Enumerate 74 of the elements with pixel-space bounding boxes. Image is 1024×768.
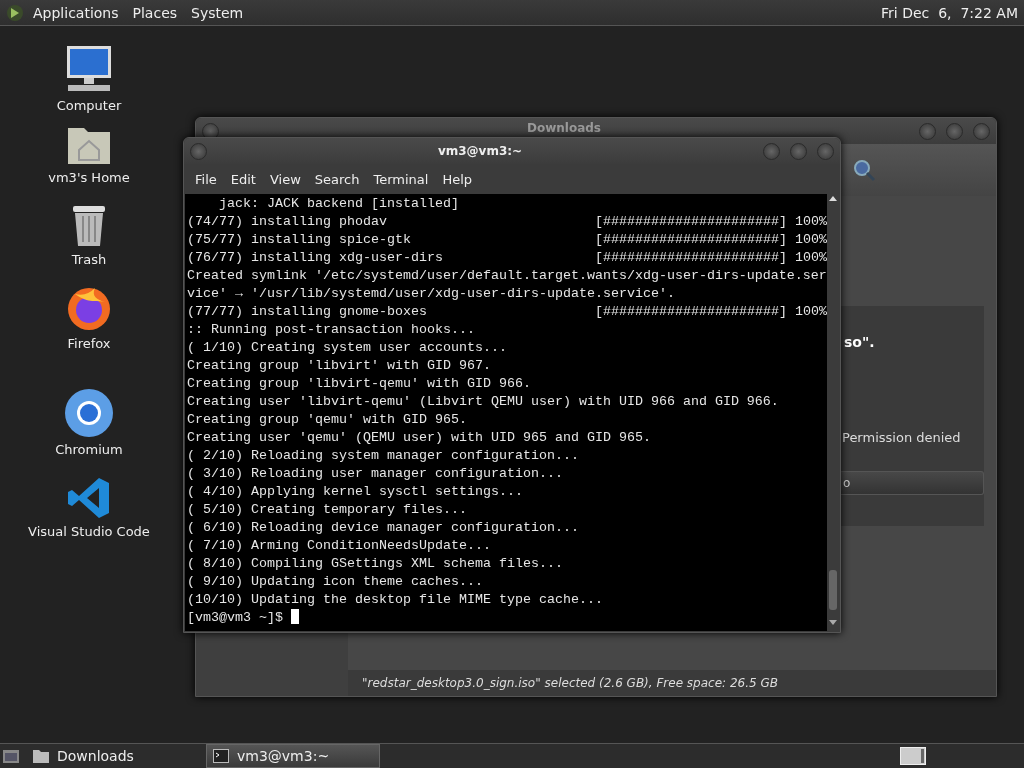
text-cursor — [291, 609, 299, 624]
terminal-line: :: Running post-transaction hooks... — [187, 321, 475, 339]
percent-text: 100% — [794, 303, 827, 321]
terminal-line: ( 9/10) Updating icon theme caches... — [187, 573, 483, 591]
terminal-line: Creating group 'qemu' with GID 965. — [187, 411, 467, 429]
percent-text: 100% — [794, 249, 827, 267]
terminal-icon — [213, 749, 229, 763]
desktop-icon-label[interactable]: Computer — [56, 98, 122, 113]
show-desktop-icon[interactable] — [2, 748, 20, 764]
close-button[interactable] — [973, 122, 990, 140]
scrollbar[interactable] — [827, 194, 839, 627]
terminal-line: (10/10) Updating the desktop file MIME type cache... — [187, 591, 603, 609]
menu-item[interactable]: Edit — [225, 169, 261, 189]
taskbar-button[interactable]: Downloads — [26, 744, 200, 768]
desktop-icon-label[interactable]: Trash — [71, 252, 107, 267]
terminal-line: Creating group 'libvirt' with GID 967. — [187, 357, 491, 375]
terminal-line: ( 2/10) Reloading system manager configuration... — [187, 447, 579, 465]
terminal-line: Creating user 'libvirt-qemu' (Libvirt QEMU user) with UID 966 and GID 966. — [187, 393, 779, 411]
folder-icon — [33, 749, 49, 763]
terminal-line: ( 7/10) Arming ConditionNeedsUpdate... — [187, 537, 491, 555]
terminal-line: ( 4/10) Applying kernel sysctl settings... — [187, 483, 523, 501]
chromium-icon — [64, 388, 114, 438]
terminal-line: (76/77) installing xdg-user-dirs — [187, 249, 443, 267]
computer-icon — [64, 44, 114, 94]
terminal-line: vice' → '/usr/lib/systemd/user/xdg-user-dirs-update.service'. — [187, 285, 675, 303]
terminal-line: ( 3/10) Reloading user manager configuration... — [187, 465, 563, 483]
progress-bar-text: [######################] — [595, 213, 787, 231]
clock[interactable]: Fri Dec 6, 7:22 AM — [881, 4, 1018, 21]
distro-logo-icon[interactable] — [6, 3, 24, 22]
close-button[interactable] — [817, 142, 834, 160]
taskbar-button[interactable]: vm3@vm3:~ — [206, 744, 380, 768]
panel-menu[interactable]: Applications — [28, 2, 124, 23]
menu-item[interactable]: Help — [437, 169, 478, 189]
window-title: Downloads — [526, 121, 602, 135]
window-title: vm3@vm3:~ — [436, 144, 524, 158]
maximize-button[interactable] — [946, 122, 963, 140]
terminal-line: (77/77) installing gnome-boxes — [187, 303, 427, 321]
search-icon[interactable] — [852, 158, 876, 182]
workspace-switcher-icon[interactable] — [900, 747, 926, 765]
shell-prompt: [vm3@vm3 ~]$ — [187, 609, 283, 627]
terminal-line: ( 1/10) Creating system user accounts... — [187, 339, 507, 357]
menu-item[interactable]: File — [190, 169, 222, 189]
terminal-line: jack: JACK backend [installed] — [218, 195, 459, 213]
terminal-line: Creating group 'libvirt-qemu' with GID 966. — [187, 375, 531, 393]
menu-item[interactable]: View — [264, 169, 306, 189]
panel-menu[interactable]: System — [186, 2, 249, 23]
panel-menu[interactable]: Places — [127, 2, 183, 23]
terminal-line: (75/77) installing spice-gtk — [187, 231, 411, 249]
message-text: so". — [844, 334, 875, 350]
terminal-line: ( 6/10) Reloading device manager configuration... — [187, 519, 579, 537]
percent-text: 100% — [794, 231, 827, 249]
window-menu-button[interactable] — [190, 142, 207, 160]
action-button[interactable]: o — [841, 471, 984, 495]
terminal-line: ( 5/10) Creating temporary files... — [187, 501, 467, 519]
percent-text: 100% — [794, 213, 827, 231]
status-text: "redstar_desktop3.0_sign.iso" selected (2.6 GB), Free space: 26.5 GB — [348, 670, 996, 696]
terminal-line: Created symlink '/etc/systemd/user/default.target.wants/xdg-user-dirs-update.ser — [187, 267, 827, 285]
progress-bar-text: [######################] — [595, 231, 787, 249]
menu-item[interactable]: Search — [309, 169, 365, 189]
desktop-icon-label[interactable]: Firefox — [67, 336, 111, 351]
progress-bar-text: [######################] — [595, 303, 787, 321]
desktop-icon-label[interactable]: Visual Studio Code — [28, 524, 150, 539]
desktop-icon-label[interactable]: Chromium — [55, 442, 123, 457]
terminal-line: (74/77) installing phodav — [187, 213, 387, 231]
maximize-button[interactable] — [790, 142, 807, 160]
menu-item[interactable]: Terminal — [368, 169, 434, 189]
terminal-line: Creating user 'qemu' (QEMU user) with UID 965 and GID 965. — [187, 429, 651, 447]
desktop-icon-label[interactable]: vm3's Home — [48, 170, 130, 185]
progress-bar-text: [######################] — [595, 249, 787, 267]
terminal-line: ( 8/10) Compiling GSettings XML schema files... — [187, 555, 563, 573]
code-editor-icon — [67, 476, 111, 520]
error-text: Permission denied — [842, 430, 961, 445]
minimize-button[interactable] — [919, 122, 936, 140]
minimize-button[interactable] — [763, 142, 780, 160]
